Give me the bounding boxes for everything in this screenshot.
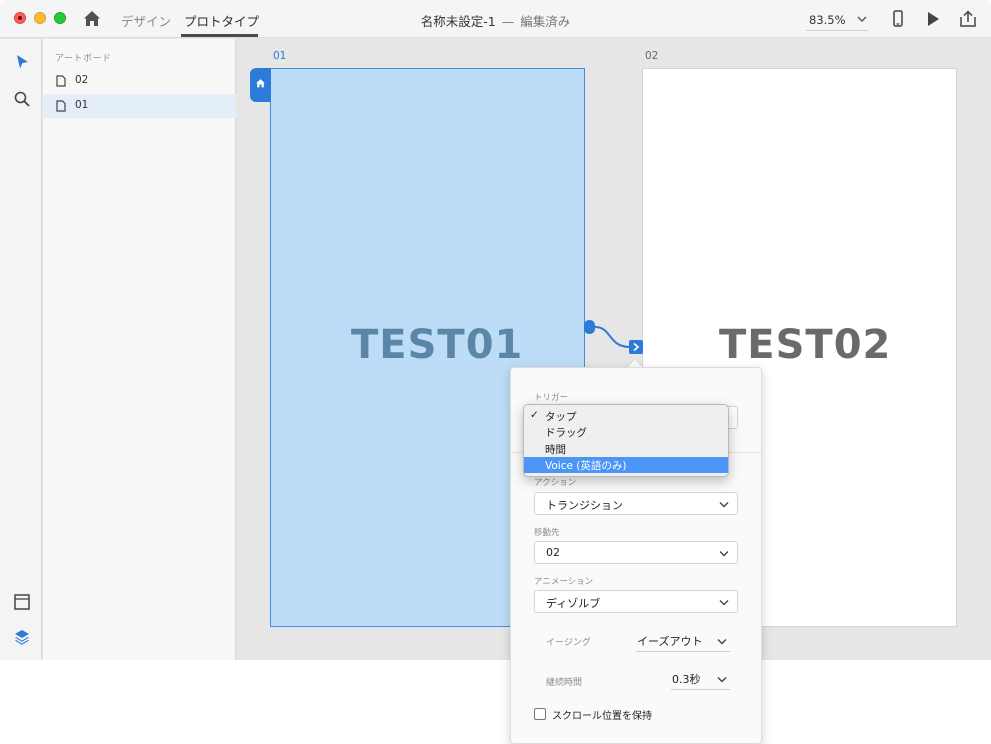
duration-select[interactable]: 0.3秒 [671, 668, 730, 690]
option-label: タップ [545, 411, 577, 423]
destination-select[interactable]: 02 [534, 541, 738, 564]
layers-icon[interactable] [12, 627, 32, 647]
zoom-underline [806, 30, 868, 31]
zoom-tool-icon[interactable] [12, 89, 32, 109]
chevron-down-icon [719, 600, 729, 606]
action-value: トランジション [546, 499, 623, 512]
action-label: アクション [534, 478, 577, 488]
title-separator: — [501, 14, 515, 29]
share-icon[interactable] [958, 10, 978, 28]
document-name: 名称未設定-1 [420, 14, 496, 29]
easing-select[interactable]: イーズアウト [636, 630, 730, 652]
duration-label: 継続時間 [546, 678, 583, 688]
easing-label: イージング [546, 638, 591, 648]
option-label: Voice (英語のみ) [545, 460, 627, 472]
document-state: 編集済み [520, 14, 571, 29]
play-icon[interactable] [923, 10, 943, 28]
trigger-option-drag[interactable]: ドラッグ [524, 424, 728, 440]
tool-bar [0, 39, 42, 660]
artboard-icon [56, 100, 66, 112]
layer-item-01[interactable]: 01 [43, 94, 236, 118]
trigger-option-voice[interactable]: Voice (英語のみ) [524, 457, 728, 473]
easing-value: イーズアウト [637, 635, 703, 648]
artboard-02-text[interactable]: TEST02 [719, 322, 891, 368]
option-label: ドラッグ [545, 427, 587, 439]
home-artboard-flag[interactable] [250, 68, 271, 102]
layer-item-label: 01 [75, 99, 89, 111]
layer-item-label: 02 [75, 74, 89, 86]
animation-value: ディゾルブ [546, 597, 601, 610]
zoom-level[interactable]: 83.5% [809, 13, 846, 27]
artboard-label-01[interactable]: 01 [273, 50, 286, 62]
layer-item-02[interactable]: 02 [43, 69, 236, 93]
artboard-icon [56, 75, 66, 87]
animation-select[interactable]: ディゾルブ [534, 590, 738, 613]
device-preview-icon[interactable] [888, 10, 908, 28]
preserve-scroll-checkbox[interactable] [534, 708, 546, 720]
trigger-label: トリガー [534, 393, 569, 403]
title-bar: デザイン プロトタイプ 名称未設定-1— 編集済み 83.5% [0, 0, 991, 38]
layers-panel: アートボード 02 01 [43, 39, 236, 660]
artboard-01-text[interactable]: TEST01 [351, 322, 523, 368]
chevron-down-icon [717, 677, 727, 683]
duration-value: 0.3秒 [672, 673, 701, 686]
checkmark-icon: ✓ [530, 409, 539, 421]
trigger-dropdown-menu: ✓ タップ ドラッグ 時間 Voice (英語のみ) [523, 404, 729, 477]
select-tool-icon[interactable] [12, 52, 32, 72]
destination-value: 02 [546, 546, 560, 559]
trigger-option-time[interactable]: 時間 [524, 441, 728, 457]
action-select[interactable]: トランジション [534, 492, 738, 515]
app-window: デザイン プロトタイプ 名称未設定-1— 編集済み 83.5% アートボード 0… [0, 0, 991, 660]
chevron-down-icon [719, 502, 729, 508]
layers-panel-title: アートボード [55, 54, 112, 64]
chevron-down-icon[interactable] [857, 15, 867, 23]
animation-label: アニメーション [534, 577, 594, 587]
chevron-down-icon [717, 639, 727, 645]
destination-label: 移動先 [534, 528, 560, 538]
preserve-scroll-label[interactable]: スクロール位置を保持 [552, 707, 652, 722]
home-icon [256, 79, 265, 88]
chevron-down-icon [719, 551, 729, 557]
trigger-option-tap[interactable]: ✓ タップ [524, 408, 728, 424]
prototype-wire[interactable] [580, 315, 650, 360]
assets-panel-icon[interactable] [12, 592, 32, 612]
active-tab-indicator [181, 34, 258, 37]
artboard-label-02[interactable]: 02 [645, 50, 658, 62]
option-label: 時間 [545, 444, 566, 456]
